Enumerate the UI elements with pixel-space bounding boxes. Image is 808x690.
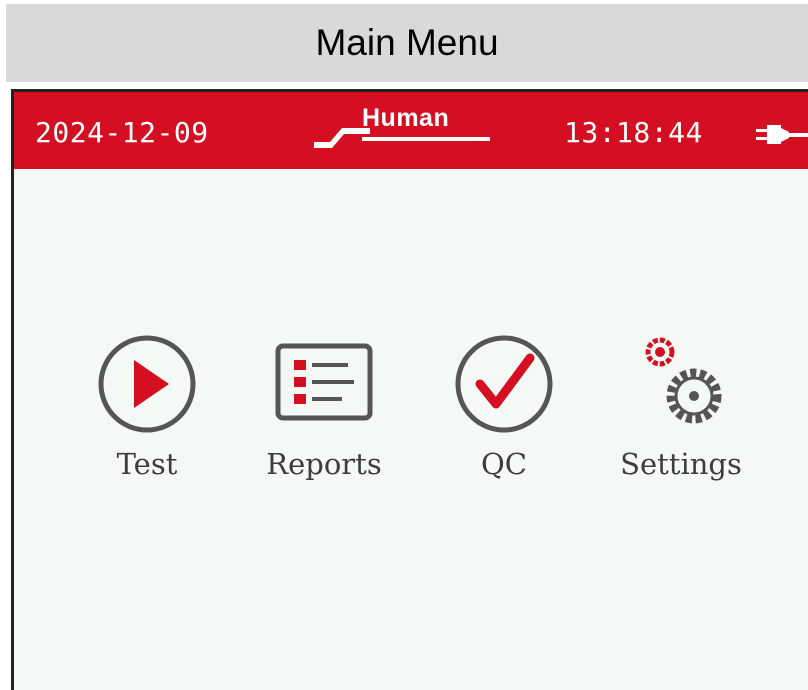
brand-logo: Human xyxy=(310,104,490,154)
brand-wave-icon xyxy=(314,128,370,148)
brand-underline xyxy=(362,137,490,141)
plug-icon xyxy=(756,125,808,144)
checkmark-icon xyxy=(455,335,553,433)
reports-menu-button[interactable]: Reports xyxy=(239,332,409,482)
status-time: 13:18:44 xyxy=(564,116,703,149)
reports-label: Reports xyxy=(266,447,382,481)
page: Main Menu 2024-12-09 Human 13:18:44 Test… xyxy=(0,0,808,690)
test-label: Test xyxy=(116,447,178,481)
test-menu-button[interactable]: Test xyxy=(62,332,232,482)
play-icon xyxy=(98,335,196,433)
settings-label: Settings xyxy=(620,447,742,481)
qc-label: QC xyxy=(481,447,527,481)
device-screen: 2024-12-09 Human 13:18:44 Test Reports Q… xyxy=(11,89,808,690)
settings-menu-button[interactable]: Settings xyxy=(596,332,766,482)
status-bar: 2024-12-09 Human 13:18:44 xyxy=(14,92,808,169)
brand-name: Human xyxy=(362,104,450,132)
status-date: 2024-12-09 xyxy=(35,116,209,149)
gears-icon xyxy=(645,337,722,424)
list-icon xyxy=(275,343,373,421)
page-title: Main Menu xyxy=(6,4,808,82)
qc-menu-button[interactable]: QC xyxy=(419,332,589,482)
